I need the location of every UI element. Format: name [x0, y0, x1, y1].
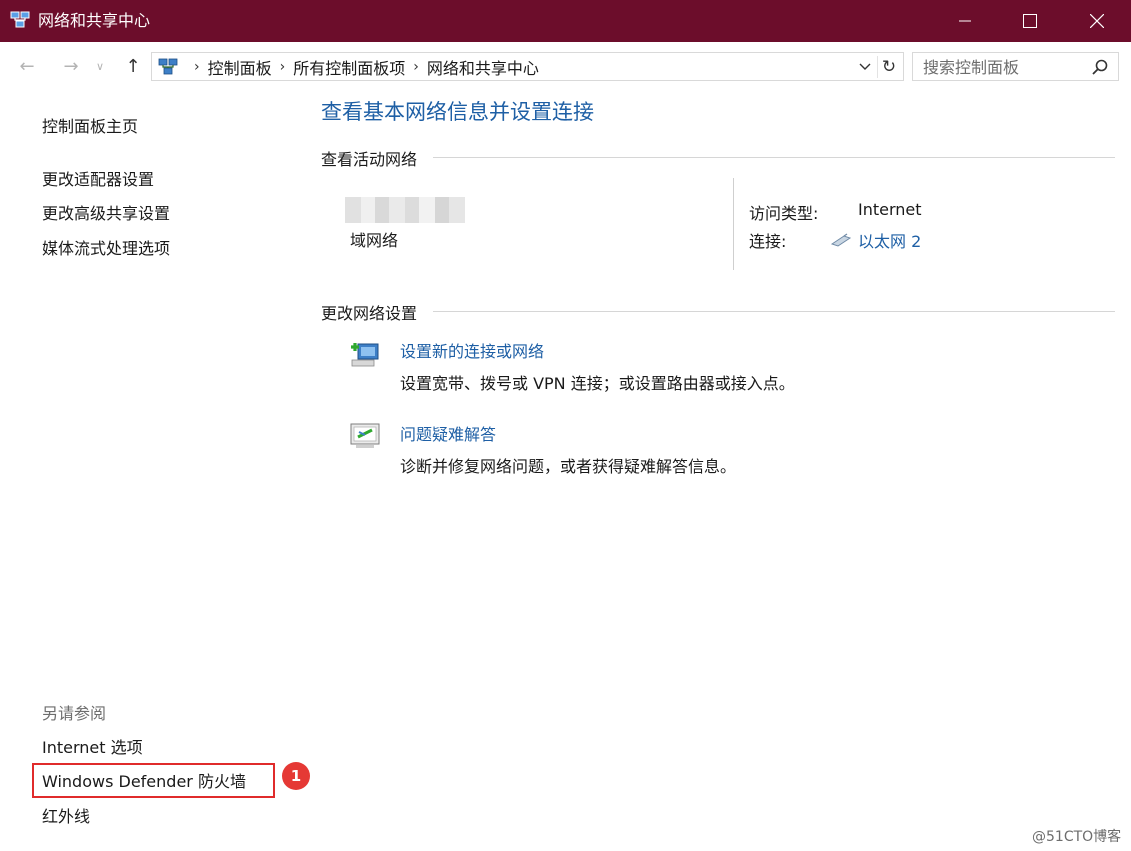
search-box[interactable] [912, 52, 1119, 81]
breadcrumb-network-center[interactable]: 网络和共享中心 [427, 55, 539, 79]
network-name-redacted [345, 197, 465, 223]
breadcrumb-all-items[interactable]: 所有控制面板项 [293, 55, 405, 79]
page-title: 查看基本网络信息并设置连接 [321, 100, 594, 124]
media-streaming-options-link[interactable]: 媒体流式处理选项 [42, 235, 170, 259]
access-type-value: Internet [858, 200, 922, 219]
minimize-button[interactable] [942, 0, 988, 42]
up-button[interactable]: ↑ [120, 54, 146, 78]
chevron-down-icon [859, 63, 871, 70]
search-icon[interactable] [1091, 58, 1109, 76]
breadcrumb: › 控制面板 › 所有控制面板项 › 网络和共享中心 [186, 53, 539, 80]
troubleshoot-icon [350, 423, 380, 448]
connection-label: 连接: [749, 232, 787, 251]
navigation-bar: ← → ∨ ↑ › 控制面板 › 所有控制面板项 › 网络和共享中心 ↻ [0, 42, 1131, 90]
setup-new-connection-description: 设置宽带、拨号或 VPN 连接；或设置路由器或接入点。 [400, 374, 795, 393]
back-arrow-icon: ← [19, 55, 35, 77]
ethernet-connection-label[interactable]: 以太网 2 [858, 228, 921, 252]
title-bar: 网络和共享中心 [0, 0, 1131, 42]
ethernet-icon [830, 233, 852, 247]
close-icon [1090, 14, 1104, 28]
refresh-icon: ↻ [881, 57, 897, 77]
search-input[interactable] [921, 56, 1085, 79]
back-button[interactable]: ← [14, 54, 40, 78]
chevron-right-icon: › [413, 58, 419, 75]
address-bar[interactable]: › 控制面板 › 所有控制面板项 › 网络和共享中心 ↻ [151, 52, 904, 81]
troubleshoot-problems-description: 诊断并修复网络问题，或者获得疑难解答信息。 [400, 457, 737, 476]
change-advanced-sharing-link[interactable]: 更改高级共享设置 [42, 200, 170, 224]
forward-arrow-icon: → [63, 55, 79, 77]
setup-new-connection-link[interactable]: 设置新的连接或网络 [400, 338, 544, 362]
address-dropdown-button[interactable] [857, 57, 873, 77]
vertical-divider [733, 178, 734, 270]
new-connection-icon [351, 343, 379, 367]
change-settings-heading: 更改网络设置 [321, 304, 418, 323]
network-category: 域网络 [350, 231, 399, 250]
see-also-heading: 另请参阅 [42, 704, 107, 723]
chevron-right-icon: › [279, 58, 286, 75]
close-button[interactable] [1074, 0, 1120, 42]
internet-options-link[interactable]: Internet 选项 [42, 734, 143, 758]
recent-locations-button[interactable]: ∨ [92, 54, 108, 78]
refresh-button[interactable]: ↻ [877, 56, 900, 78]
active-networks-heading: 查看活动网络 [321, 150, 418, 169]
control-panel-home-link[interactable]: 控制面板主页 [42, 113, 138, 137]
annotation-step-badge: 1 [282, 762, 310, 790]
annotation-highlight-box [32, 763, 275, 798]
section-divider [433, 157, 1115, 158]
chevron-down-icon: ∨ [95, 59, 105, 73]
window-title: 网络和共享中心 [38, 11, 151, 30]
chevron-right-icon: › [194, 58, 200, 75]
forward-button[interactable]: → [58, 54, 84, 78]
ethernet-connection-link[interactable]: 以太网 2 [830, 228, 921, 252]
network-center-icon [10, 11, 30, 28]
left-pane: 控制面板主页 更改适配器设置 更改高级共享设置 媒体流式处理选项 另请参阅 In… [0, 90, 310, 851]
up-arrow-icon: ↑ [125, 55, 141, 77]
minimize-icon [959, 20, 971, 22]
access-type-label: 访问类型: [749, 204, 819, 223]
section-divider [433, 311, 1115, 312]
infrared-link[interactable]: 红外线 [42, 803, 90, 827]
maximize-button[interactable] [1007, 0, 1053, 42]
watermark: @51CTO博客 [1032, 829, 1122, 845]
change-adapter-settings-link[interactable]: 更改适配器设置 [42, 166, 154, 190]
maximize-icon [1023, 14, 1037, 28]
network-center-icon [158, 58, 178, 75]
breadcrumb-control-panel[interactable]: 控制面板 [208, 55, 272, 79]
troubleshoot-problems-link[interactable]: 问题疑难解答 [400, 421, 496, 445]
